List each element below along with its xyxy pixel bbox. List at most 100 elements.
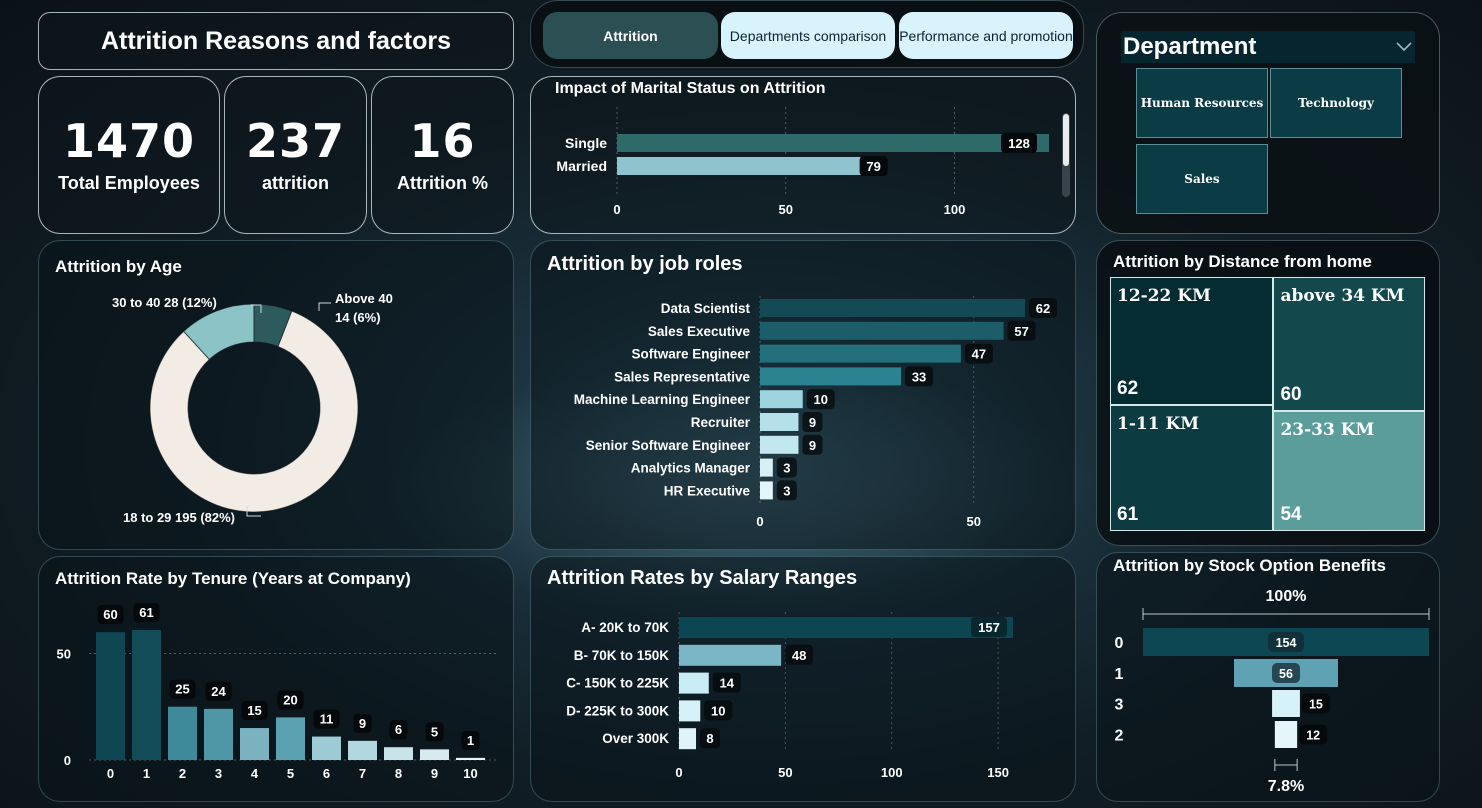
bar xyxy=(679,617,1013,638)
bar xyxy=(760,390,803,409)
slice-label: 18 to 29 195 (82%) xyxy=(123,510,235,525)
x-tick-label: 100 xyxy=(944,202,966,217)
funnel-bar xyxy=(1272,690,1300,717)
data-label: 61 xyxy=(139,605,153,620)
category-label: Sales Executive xyxy=(648,324,751,339)
bar xyxy=(204,708,233,760)
data-label: 3 xyxy=(783,461,790,476)
x-tick-label: 50 xyxy=(778,765,792,780)
bar xyxy=(96,632,125,760)
x-tick-label: 8 xyxy=(395,766,402,781)
data-label: 79 xyxy=(866,159,880,174)
bar xyxy=(760,481,773,500)
data-label: 62 xyxy=(1036,301,1050,316)
category-label: 3 xyxy=(1115,697,1124,714)
treemap-label: 12-22 KM xyxy=(1117,286,1211,306)
age-chart-panel: Attrition by Age 30 to 40 28 (12%) Above … xyxy=(38,240,514,550)
funnel-bottom-label: 7.8% xyxy=(1268,778,1304,795)
chevron-down-icon[interactable] xyxy=(1395,41,1413,53)
x-tick-label: 0 xyxy=(613,202,620,217)
bar xyxy=(348,740,377,760)
treemap-value: 54 xyxy=(1280,503,1302,525)
tab-performance-promotion[interactable]: Performance and promotion xyxy=(899,12,1073,59)
page-navigation: Attrition Departments comparison Perform… xyxy=(530,0,1084,68)
leader-line xyxy=(318,302,331,311)
tab-attrition[interactable]: Attrition xyxy=(543,12,718,59)
data-label: 10 xyxy=(814,392,828,407)
stock-chart-panel: Attrition by Stock Option Benefits 100% 0… xyxy=(1096,552,1440,802)
marital-status-chart: 0 50 100 Single 128 Married 79 xyxy=(556,107,1070,217)
bar xyxy=(760,367,902,386)
x-tick-label: 0 xyxy=(107,766,114,781)
kpi-attrition-percent: 16 Attrition % xyxy=(371,76,514,234)
funnel-top-label: 100% xyxy=(1266,588,1307,605)
category-label: Analytics Manager xyxy=(631,461,751,476)
data-label: 154 xyxy=(1276,636,1297,650)
treemap-value: 61 xyxy=(1117,503,1139,525)
data-label: 48 xyxy=(792,648,806,663)
department-option-sales[interactable]: Sales xyxy=(1136,144,1268,214)
category-label: HR Executive xyxy=(664,483,751,498)
bar xyxy=(276,717,305,760)
data-label: 8 xyxy=(706,731,713,746)
category-label: Recruiter xyxy=(691,415,751,430)
data-label: 9 xyxy=(809,438,816,453)
category-label: A- 20K to 70K xyxy=(581,620,669,635)
department-slicer: Department Human Resources Technology Sa… xyxy=(1096,12,1440,234)
data-label: 11 xyxy=(320,712,334,727)
department-slicer-header[interactable]: Department xyxy=(1121,31,1415,63)
category-label: Senior Software Engineer xyxy=(586,438,751,453)
y-tick-label: 0 xyxy=(64,753,71,768)
tab-departments-comparison[interactable]: Departments comparison xyxy=(721,12,895,59)
kpi-attrition: 237 attrition xyxy=(224,76,367,234)
data-label: 157 xyxy=(978,620,1000,635)
scrollbar-thumb[interactable] xyxy=(1063,114,1069,166)
bar xyxy=(168,706,197,760)
x-tick-label: 4 xyxy=(251,766,259,781)
data-label: 25 xyxy=(175,682,189,697)
kpi-value: 16 xyxy=(409,114,476,169)
category-label: Married xyxy=(556,158,607,174)
kpi-total-employees: 1470 Total Employees xyxy=(38,76,220,234)
x-tick-label: 100 xyxy=(881,765,903,780)
distance-treemap: 12-22 KM 62 above 34 KM 60 1-11 KM 61 23-33 KM… xyxy=(1110,277,1425,531)
data-label: 57 xyxy=(1014,324,1028,339)
category-label: B- 70K to 150K xyxy=(574,648,670,663)
x-tick-label: 10 xyxy=(463,766,477,781)
kpi-label: attrition xyxy=(262,172,329,193)
slice-label: 30 to 40 28 (12%) xyxy=(112,295,217,310)
bar xyxy=(384,747,413,760)
data-label: 9 xyxy=(359,716,366,731)
department-option-human-resources[interactable]: Human Resources xyxy=(1136,68,1268,138)
bar xyxy=(760,458,773,477)
bar xyxy=(679,672,709,694)
chart-title: Attrition by Distance from home xyxy=(1113,252,1372,271)
x-tick-label: 1 xyxy=(143,766,150,781)
bar xyxy=(679,644,782,666)
bar xyxy=(132,630,161,760)
data-label: 6 xyxy=(395,722,402,737)
x-tick-label: 2 xyxy=(179,766,186,781)
job-roles-chart: 0 50 Data Scientist 62 Sales Executive 57 Soft… xyxy=(574,296,1057,529)
bar xyxy=(420,749,449,760)
distance-chart-panel: Attrition by Distance from home 12-22 KM… xyxy=(1096,240,1440,546)
bar xyxy=(240,728,269,760)
stock-funnel-chart: 100% 0 154 1 56 3 15 2 12 7.8% xyxy=(1115,588,1430,795)
x-tick-label: 9 xyxy=(431,766,438,781)
slice-label: 14 (6%) xyxy=(335,310,381,325)
data-label: 20 xyxy=(283,692,297,707)
treemap-cell: 12-22 KM 62 xyxy=(1110,277,1274,406)
data-label: 128 xyxy=(1008,136,1030,151)
data-label: 60 xyxy=(103,607,117,622)
marital-status-chart-panel: Impact of Marital Status on Attrition 05… xyxy=(530,76,1076,234)
category-label: Data Scientist xyxy=(661,301,751,316)
department-option-technology[interactable]: Technology xyxy=(1270,68,1402,138)
category-label: Machine Learning Engineer xyxy=(574,392,751,407)
category-label: Over 300K xyxy=(602,731,669,746)
salary-bar-chart: 0 50 100 150 A- 20K to 70K 157 B- 70K to 150K 4… xyxy=(566,612,1013,780)
x-tick-label: 3 xyxy=(215,766,222,781)
bar xyxy=(679,700,701,722)
bar xyxy=(760,435,799,454)
bar xyxy=(456,757,485,760)
dashboard-title: Attrition Reasons and factors xyxy=(38,12,514,70)
